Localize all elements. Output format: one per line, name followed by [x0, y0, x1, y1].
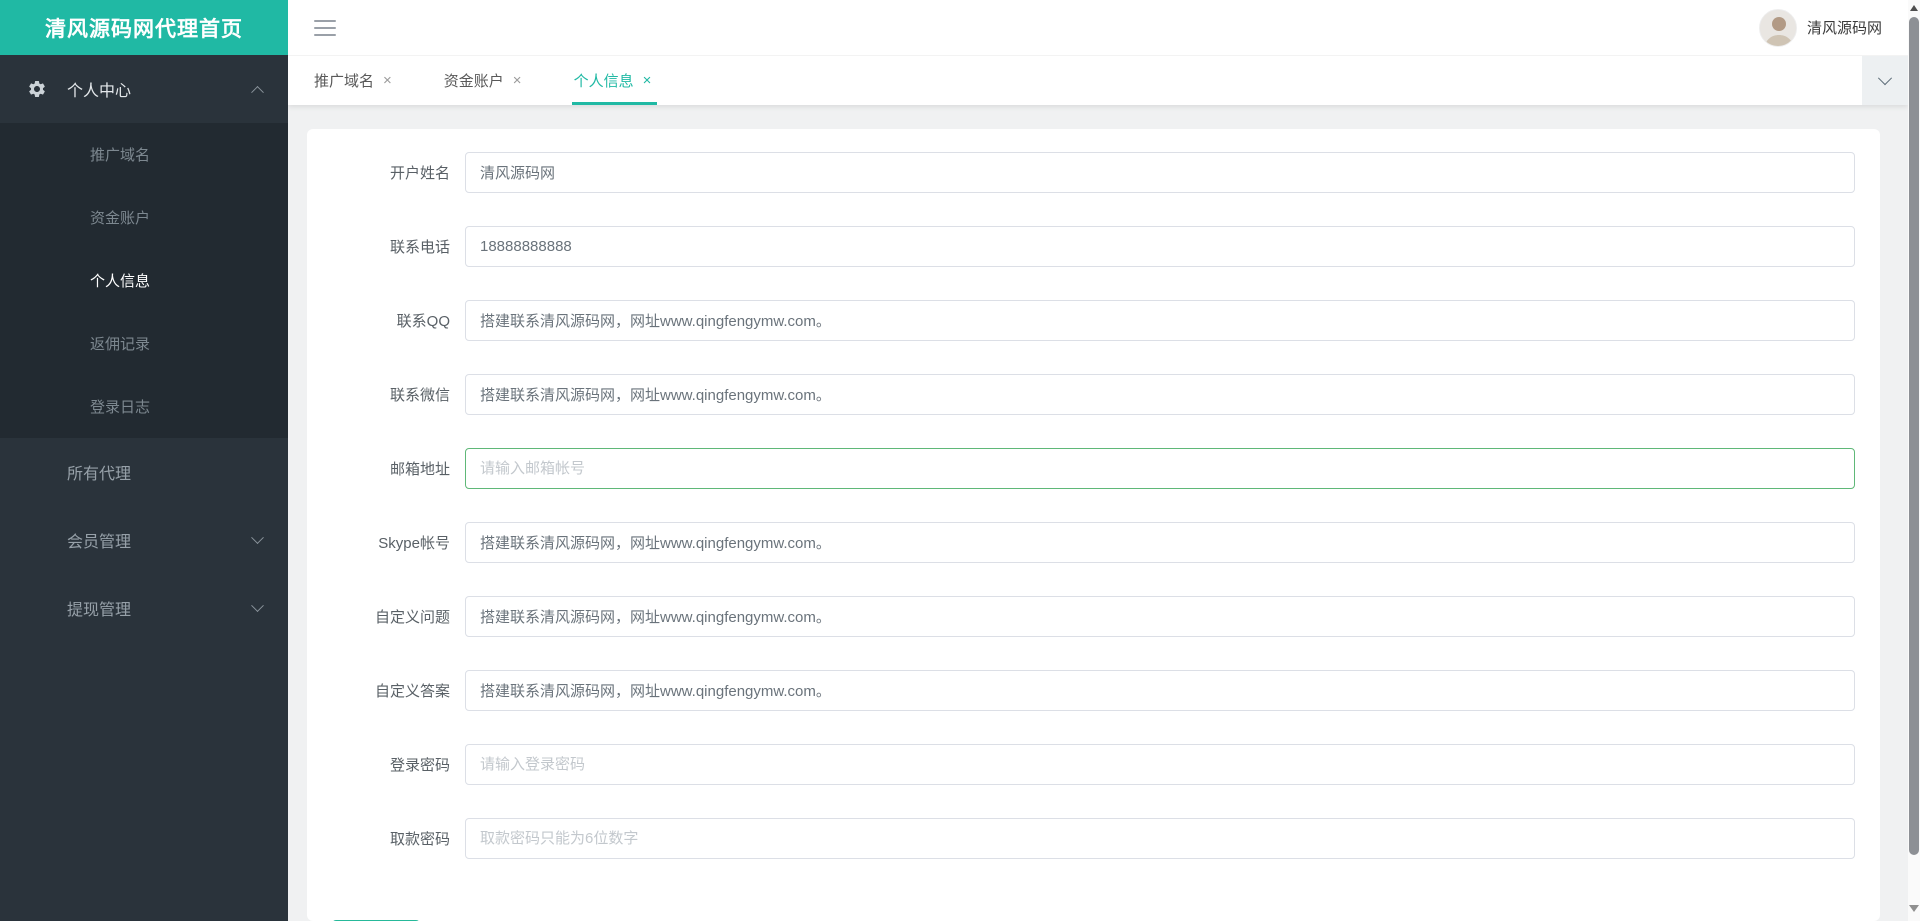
custom-answer-field[interactable] — [465, 670, 1855, 711]
login-password-field[interactable] — [465, 744, 1855, 785]
form-row: 自定义问题 — [332, 596, 1855, 637]
account-name-label: 开户姓名 — [332, 162, 450, 183]
form-row: 自定义答案 — [332, 670, 1855, 711]
contact-wechat-label: 联系微信 — [332, 384, 450, 405]
sidebar-item-personal-info[interactable]: 个人信息 — [0, 249, 288, 312]
form-row: 邮箱地址 — [332, 448, 1855, 489]
tab-bar: 推广域名 × 资金账户 × 个人信息 × — [288, 55, 1908, 105]
sidebar-submenu-personal-center: 推广域名 资金账户 个人信息 返佣记录 登录日志 — [0, 123, 288, 438]
custom-answer-label: 自定义答案 — [332, 680, 450, 701]
sidebar-item-label: 会员管理 — [67, 528, 131, 552]
personal-info-form-card: 开户姓名 联系电话 联系QQ 联系微信 邮箱地址 Skype帐号 自定义问题 — [307, 129, 1880, 921]
tab-fund-account[interactable]: 资金账户 × — [418, 56, 548, 105]
form-row: 联系微信 — [332, 374, 1855, 415]
contact-phone-label: 联系电话 — [332, 236, 450, 257]
account-name-field[interactable] — [465, 152, 1855, 193]
sidebar-item-all-agents[interactable]: 所有代理 — [0, 438, 288, 506]
login-password-label: 登录密码 — [332, 754, 450, 775]
user-menu[interactable]: 清风源码网 — [1759, 9, 1882, 47]
chevron-down-icon — [251, 531, 264, 544]
chevron-up-icon — [251, 85, 264, 98]
sidebar-item-rebate-records[interactable]: 返佣记录 — [0, 312, 288, 375]
form-row: 取款密码 — [332, 818, 1855, 859]
tab-personal-info[interactable]: 个人信息 × — [548, 56, 678, 105]
sidebar-item-fund-account[interactable]: 资金账户 — [0, 186, 288, 249]
close-icon[interactable]: × — [513, 73, 522, 88]
form-row: 登录密码 — [332, 744, 1855, 785]
username-label: 清风源码网 — [1807, 17, 1882, 38]
close-icon[interactable]: × — [383, 73, 392, 88]
sidebar-item-login-logs[interactable]: 登录日志 — [0, 375, 288, 438]
contact-qq-label: 联系QQ — [332, 310, 450, 331]
sidebar-item-label: 提现管理 — [67, 596, 131, 620]
sidebar: 清风源码网代理首页 个人中心 推广域名 资金账户 个人信息 返佣记录 登录日志 … — [0, 0, 288, 921]
skype-label: Skype帐号 — [332, 532, 450, 553]
tab-label: 资金账户 — [444, 70, 504, 91]
close-icon[interactable]: × — [643, 73, 652, 88]
app-logo[interactable]: 清风源码网代理首页 — [0, 0, 288, 55]
hamburger-menu-icon[interactable] — [314, 20, 336, 36]
tab-label: 推广域名 — [314, 70, 374, 91]
scroll-down-arrow-icon[interactable] — [1909, 905, 1919, 917]
skype-field[interactable] — [465, 522, 1855, 563]
sidebar-item-promo-domain[interactable]: 推广域名 — [0, 123, 288, 186]
sidebar-nav: 个人中心 推广域名 资金账户 个人信息 返佣记录 登录日志 所有代理 会员管理 … — [0, 55, 288, 642]
avatar — [1759, 9, 1797, 47]
withdraw-password-label: 取款密码 — [332, 828, 450, 849]
scrollbar-thumb[interactable] — [1909, 17, 1919, 855]
chevron-down-icon — [251, 599, 264, 612]
form-row: 联系QQ — [332, 300, 1855, 341]
sidebar-item-member-management[interactable]: 会员管理 — [0, 506, 288, 574]
sidebar-item-withdrawal-management[interactable]: 提现管理 — [0, 574, 288, 642]
email-field[interactable] — [465, 448, 1855, 489]
scroll-up-arrow-icon[interactable] — [1910, 1, 1918, 11]
sidebar-item-personal-center[interactable]: 个人中心 — [0, 55, 288, 123]
custom-question-label: 自定义问题 — [332, 606, 450, 627]
tab-promo-domain[interactable]: 推广域名 × — [288, 56, 418, 105]
tab-label: 个人信息 — [574, 70, 634, 91]
contact-wechat-field[interactable] — [465, 374, 1855, 415]
email-label: 邮箱地址 — [332, 458, 450, 479]
form-row: 联系电话 — [332, 226, 1855, 267]
main-content: 开户姓名 联系电话 联系QQ 联系微信 邮箱地址 Skype帐号 自定义问题 — [288, 105, 1908, 921]
sidebar-item-label: 所有代理 — [67, 460, 131, 484]
custom-question-field[interactable] — [465, 596, 1855, 637]
window-scrollbar[interactable] — [1908, 0, 1920, 921]
sidebar-item-label: 个人中心 — [67, 77, 131, 101]
contact-phone-field[interactable] — [465, 226, 1855, 267]
contact-qq-field[interactable] — [465, 300, 1855, 341]
form-row: Skype帐号 — [332, 522, 1855, 563]
chevron-down-icon — [1878, 71, 1892, 85]
form-row: 开户姓名 — [332, 152, 1855, 193]
withdraw-password-field[interactable] — [465, 818, 1855, 859]
top-header: 清风源码网 — [288, 0, 1908, 55]
tab-options-dropdown-button[interactable] — [1862, 56, 1908, 105]
gear-icon — [27, 79, 47, 99]
